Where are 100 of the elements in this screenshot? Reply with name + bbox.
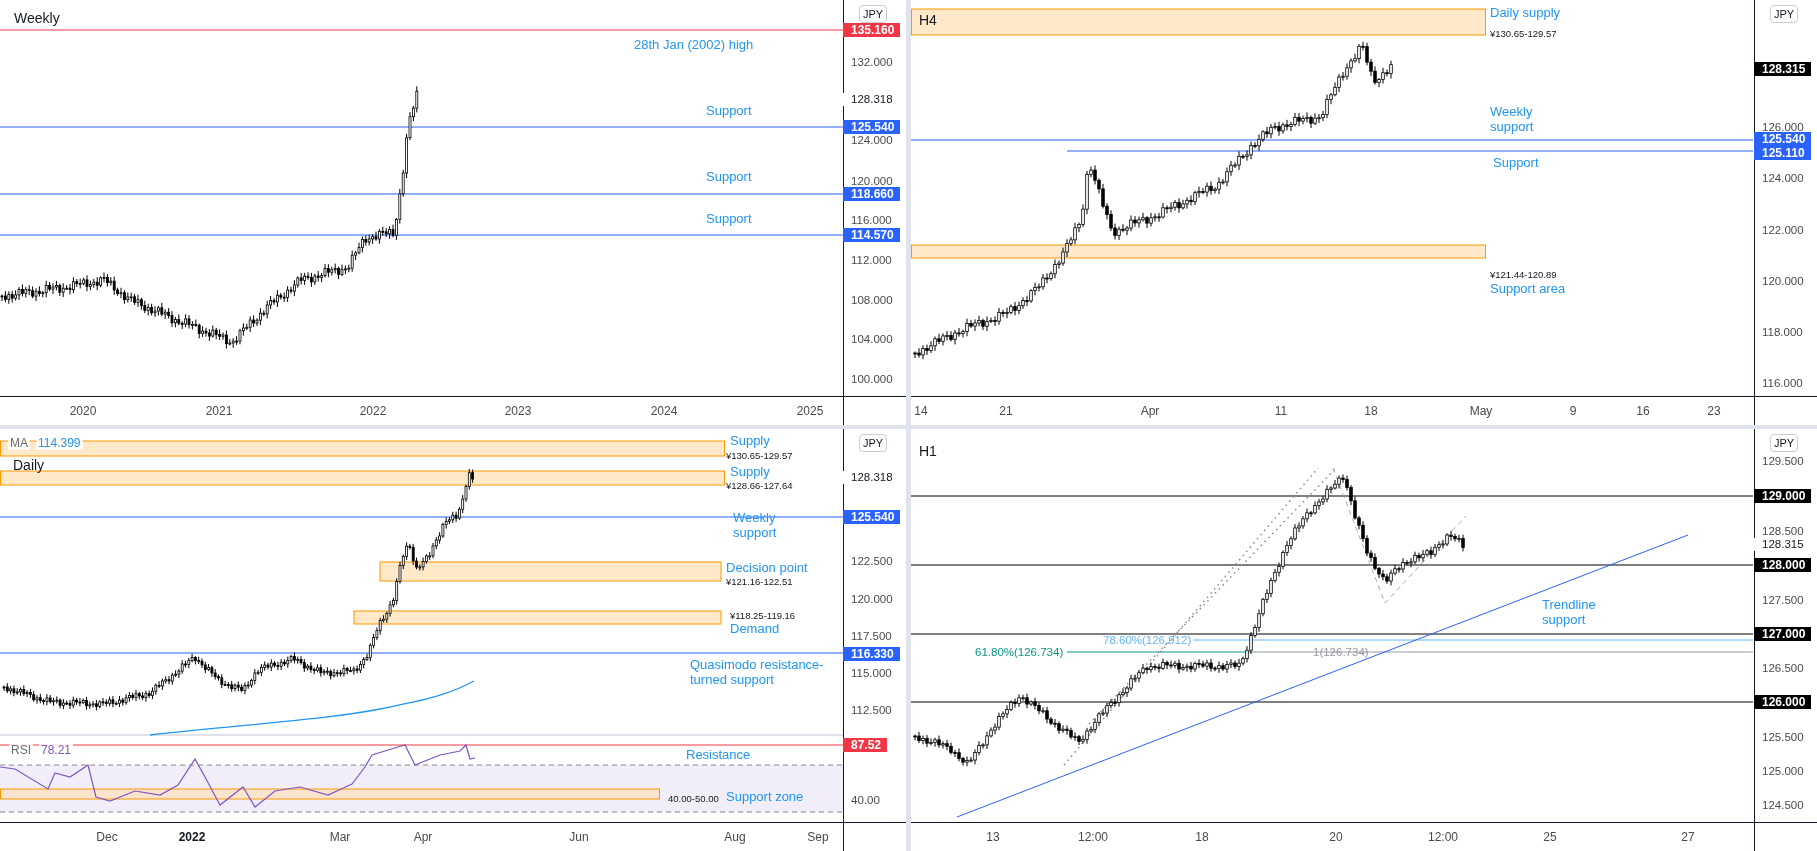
price-tag: 116.330 bbox=[843, 647, 900, 661]
time-label: Aug bbox=[724, 830, 746, 844]
time-label: 11 bbox=[1274, 404, 1288, 418]
price-tag: 87.52 bbox=[843, 738, 888, 752]
price-tag: 135.160 bbox=[843, 23, 901, 37]
time-label: 2022 bbox=[178, 830, 206, 844]
time-label: Apr bbox=[413, 830, 433, 844]
chart-annotation: Support bbox=[706, 211, 752, 226]
price-label: 132.000 bbox=[851, 55, 893, 69]
price-label: 127.500 bbox=[1762, 593, 1804, 607]
price-tag: 126.000 bbox=[1754, 695, 1812, 709]
price-label: 108.000 bbox=[851, 293, 893, 307]
chart-annotation: Support area bbox=[1490, 281, 1566, 296]
price-range-note: ¥118.25-119.16 bbox=[730, 610, 796, 621]
price-range-note: ¥130.65-129.57 bbox=[1490, 28, 1557, 39]
price-tag: 127.000 bbox=[1754, 627, 1812, 641]
price-tag: 129.000 bbox=[1754, 489, 1812, 503]
price-label: 122.500 bbox=[851, 554, 893, 568]
time-label: Jun bbox=[569, 830, 589, 844]
price-tag: 114.570 bbox=[843, 228, 900, 242]
price-label: 120.000 bbox=[851, 174, 893, 188]
time-label: 9 bbox=[1569, 404, 1577, 418]
time-label: 2023 bbox=[504, 404, 532, 418]
price-label: 126.000 bbox=[1762, 120, 1804, 134]
currency-button[interactable]: JPY bbox=[859, 5, 888, 23]
indicator-value: 114.399 bbox=[36, 436, 83, 450]
price-label: 122.000 bbox=[1762, 223, 1804, 237]
time-label: 16 bbox=[1636, 404, 1650, 418]
timeframe-label: Weekly bbox=[14, 10, 60, 26]
price-range-note: ¥128.66-127.64 bbox=[726, 480, 793, 491]
time-label: May bbox=[1469, 404, 1493, 418]
price-label: 40.00 bbox=[851, 793, 880, 807]
chart-annotation: Support bbox=[1493, 155, 1539, 170]
price-label: 116.000 bbox=[851, 213, 892, 227]
chart-annotation: Weekly support bbox=[1490, 104, 1535, 134]
time-label: 27 bbox=[1681, 830, 1695, 844]
indicator-name: RSI bbox=[9, 743, 33, 757]
time-label: Dec bbox=[96, 830, 118, 844]
chart-annotation: Support zone bbox=[726, 789, 804, 804]
time-label: Apr bbox=[1140, 404, 1160, 418]
price-tag: 125.540 bbox=[843, 120, 901, 134]
price-label: 115.000 bbox=[851, 666, 892, 680]
chart-annotation: Support bbox=[706, 103, 752, 118]
time-label: 23 bbox=[1707, 404, 1721, 418]
chart-annotation: 28th Jan (2002) high bbox=[634, 37, 754, 52]
chart-annotation: Weekly support bbox=[733, 510, 778, 540]
price-label: 128.500 bbox=[1762, 524, 1804, 538]
price-label: 126.500 bbox=[1762, 661, 1804, 675]
price-label: 120.000 bbox=[1762, 274, 1804, 288]
time-label: 20 bbox=[1329, 830, 1343, 844]
price-range-note: ¥130.65-129.57 bbox=[726, 450, 793, 461]
chart-annotation: Supply bbox=[730, 464, 770, 479]
price-label: 100.000 bbox=[851, 372, 893, 386]
price-tag: 125.540 bbox=[1754, 132, 1812, 146]
price-tag: 128.315 bbox=[1754, 62, 1812, 76]
timeframe-label: H4 bbox=[919, 12, 937, 28]
chart-annotation: Daily supply bbox=[1490, 5, 1561, 20]
time-label: 2025 bbox=[796, 404, 824, 418]
chart-annotation: Trendline support bbox=[1542, 597, 1597, 627]
currency-button[interactable]: JPY bbox=[1770, 5, 1799, 23]
price-label: 117.500 bbox=[851, 629, 892, 643]
fib-level-label: 1(126.734) bbox=[1313, 645, 1369, 660]
time-label: 2020 bbox=[69, 404, 97, 418]
time-label: 18 bbox=[1195, 830, 1209, 844]
price-label: 112.000 bbox=[851, 253, 892, 267]
price-label: 124.000 bbox=[851, 133, 893, 147]
price-label: 124.000 bbox=[1762, 171, 1804, 185]
price-range-note: ¥121.44-120.89 bbox=[1490, 269, 1557, 280]
currency-button[interactable]: JPY bbox=[1770, 434, 1799, 452]
chart-annotation: Demand bbox=[730, 621, 780, 636]
price-tag: 125.540 bbox=[843, 510, 901, 524]
price-label: 129.500 bbox=[1762, 454, 1804, 468]
fib-level-label: 61.80%(126.734) bbox=[975, 645, 1064, 660]
time-label: 18 bbox=[1364, 404, 1378, 418]
indicator-value: 78.21 bbox=[39, 743, 74, 757]
price-label: 112.500 bbox=[851, 703, 892, 717]
chart-annotation: Resistance bbox=[686, 747, 751, 762]
price-label: 125.000 bbox=[1762, 764, 1804, 778]
price-tag: 128.000 bbox=[1754, 558, 1812, 572]
chart-annotation: Decision point bbox=[726, 560, 808, 575]
price-label: 125.500 bbox=[1762, 730, 1804, 744]
chart-annotation: Quasimodo resistance-turned support bbox=[690, 657, 825, 687]
time-label: 2022 bbox=[359, 404, 387, 418]
time-label: 2024 bbox=[650, 404, 678, 418]
timeframe-label: Daily bbox=[13, 457, 45, 473]
currency-button[interactable]: JPY bbox=[859, 434, 888, 452]
time-label: 14 bbox=[914, 404, 928, 418]
time-label: 12:00 bbox=[1078, 830, 1108, 844]
time-label: Mar bbox=[329, 830, 351, 844]
time-label: 21 bbox=[999, 404, 1013, 418]
price-label: 104.000 bbox=[851, 332, 893, 346]
price-range-note: 40.00-50.00 bbox=[668, 793, 719, 804]
time-label: Sep bbox=[807, 830, 829, 844]
chart-annotation: Supply bbox=[730, 433, 770, 448]
price-label: 120.000 bbox=[851, 592, 893, 606]
time-label: 12:00 bbox=[1428, 830, 1458, 844]
chart-annotation: Support bbox=[706, 169, 752, 184]
indicator-name: MA bbox=[8, 436, 30, 450]
price-label: 124.500 bbox=[1762, 798, 1804, 812]
time-label: 2021 bbox=[205, 404, 233, 418]
